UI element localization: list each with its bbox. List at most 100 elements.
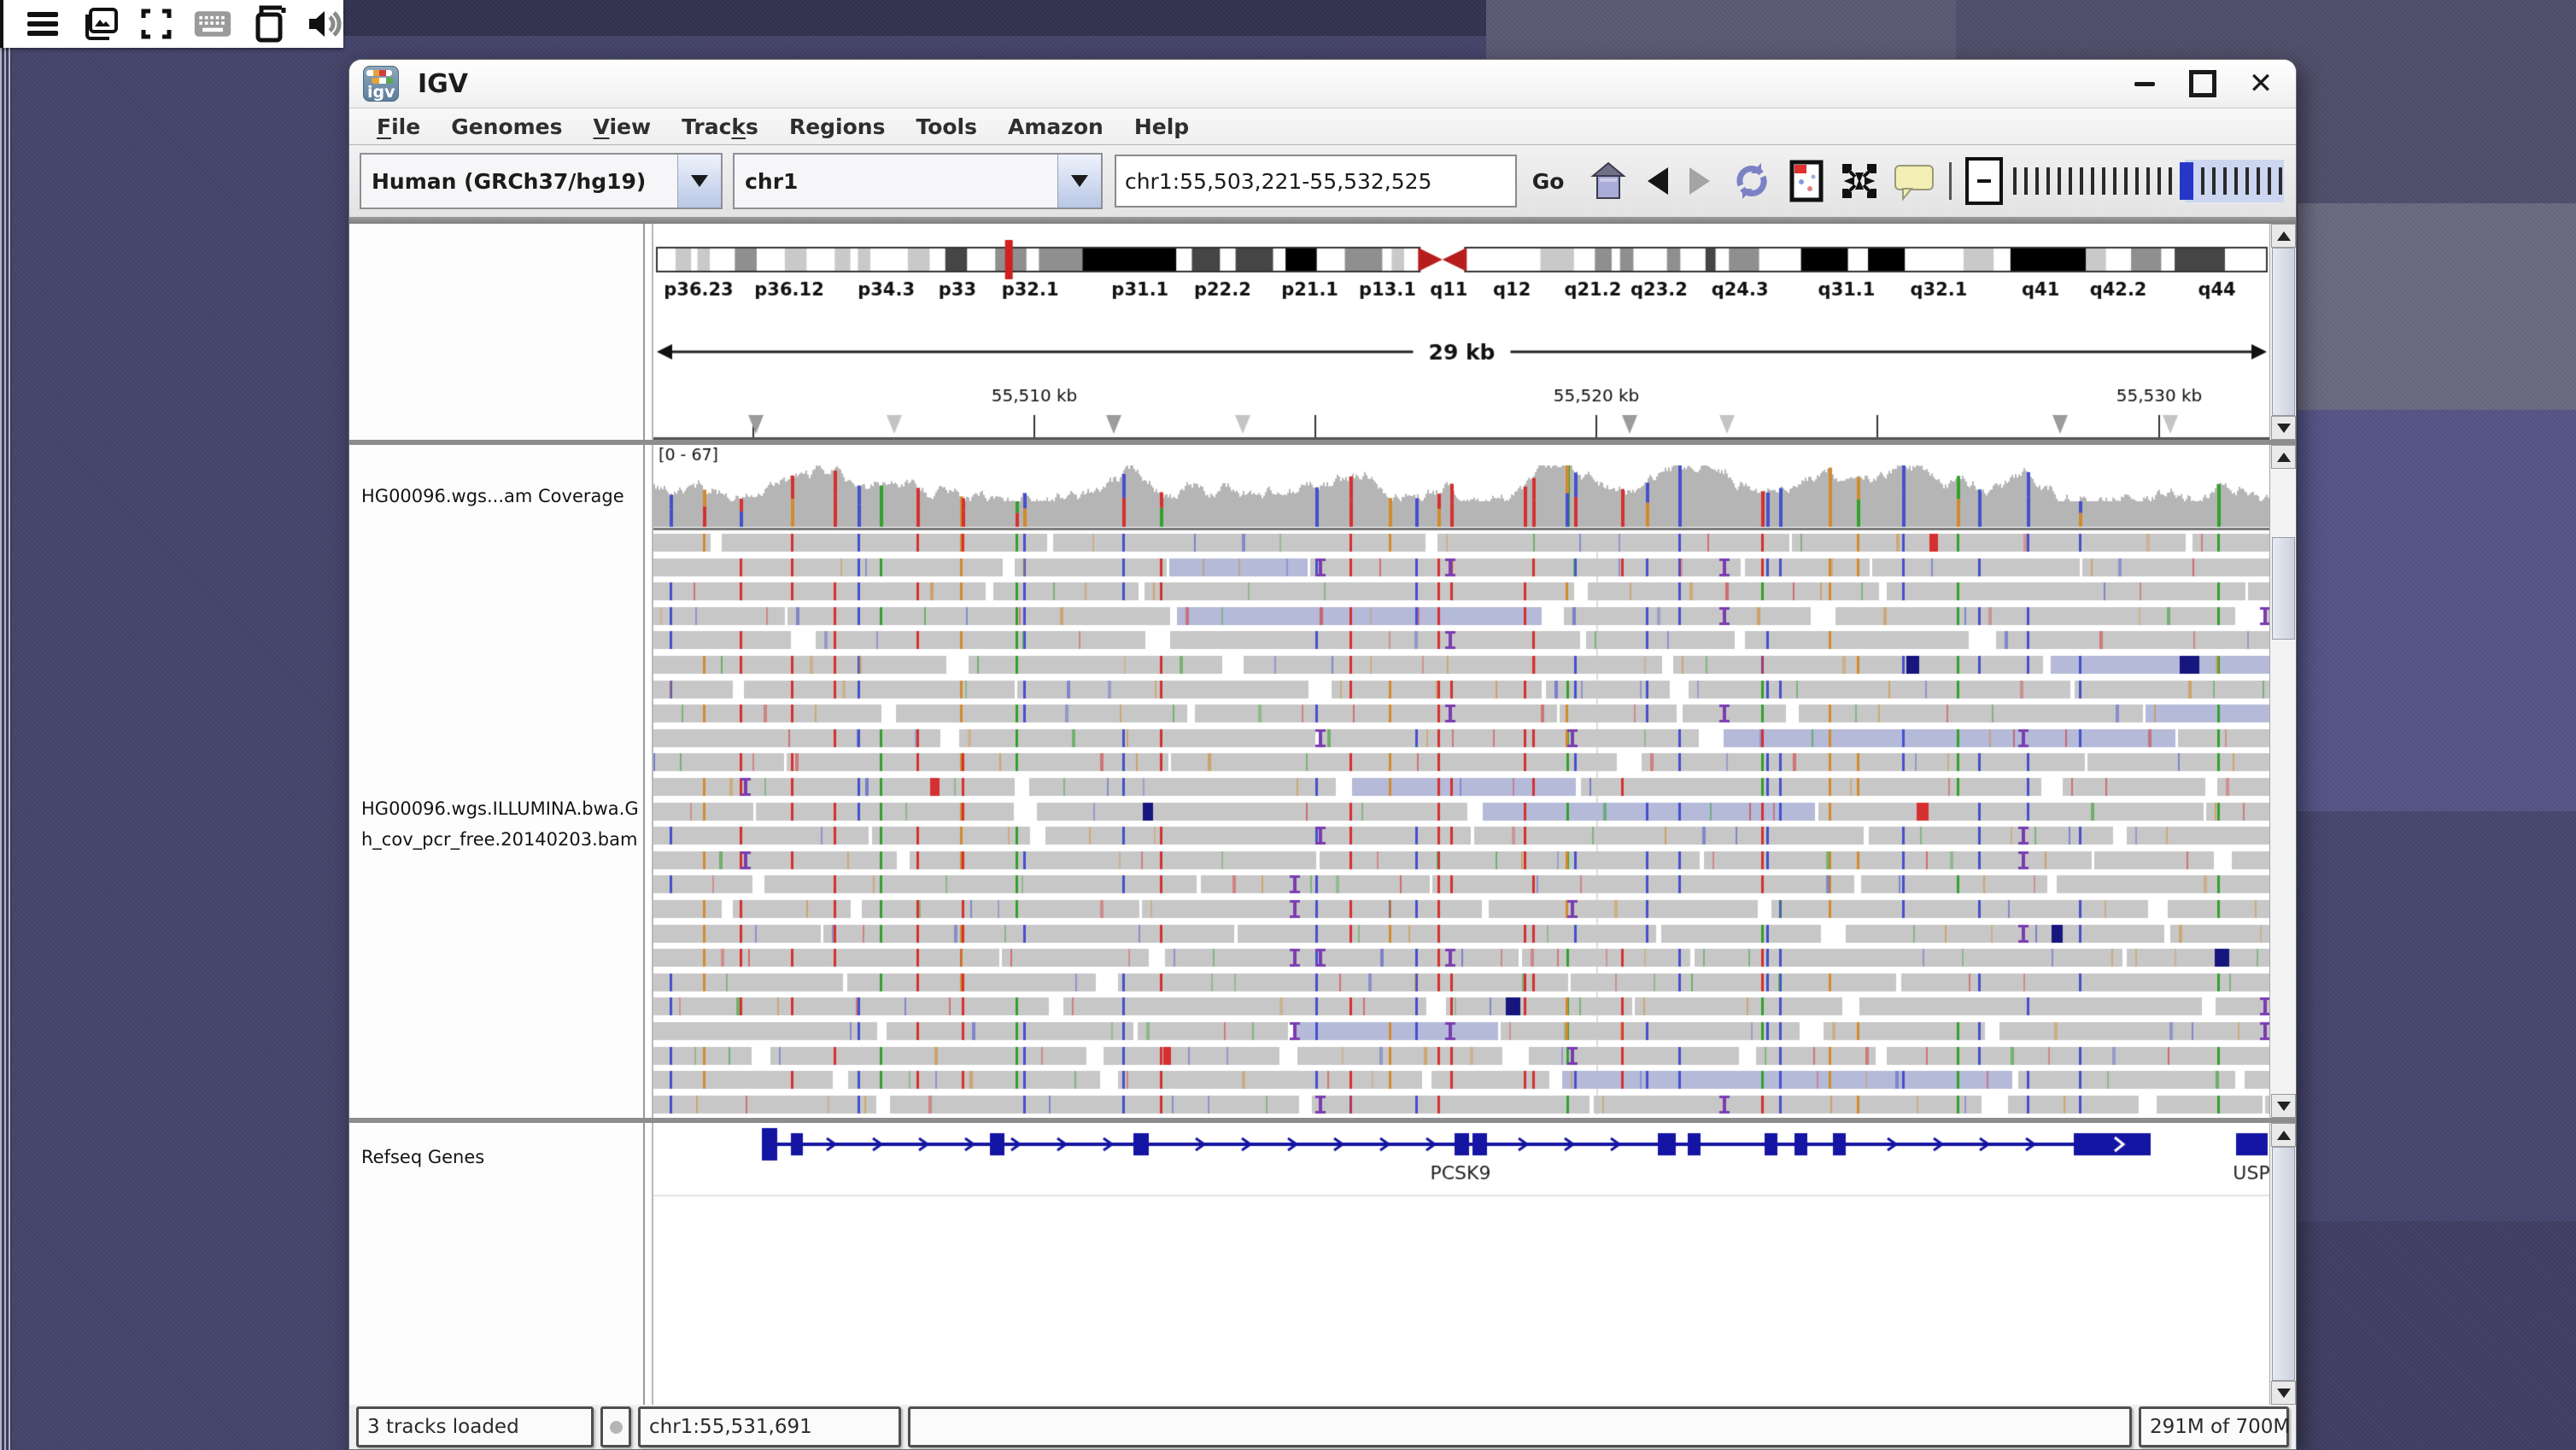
home-button[interactable] <box>1588 157 1629 205</box>
zoom-tick[interactable] <box>2013 167 2017 195</box>
gene-track-area[interactable] <box>653 1123 2269 1405</box>
scroll-down-icon[interactable] <box>2271 1381 2296 1405</box>
locus-input[interactable] <box>1115 155 1517 208</box>
menu-view[interactable]: View <box>578 114 667 139</box>
menu-amazon[interactable]: Amazon <box>992 114 1119 139</box>
zoom-tick[interactable] <box>2124 167 2128 195</box>
panel-splitter[interactable] <box>645 1123 653 1405</box>
refresh-icon[interactable] <box>1730 157 1773 205</box>
data-label-column: HG00096.wgs...am Coverage HG00096.wgs.IL… <box>349 445 645 1118</box>
header-scrollbar[interactable] <box>2269 224 2296 440</box>
activity-indicator <box>600 1406 631 1447</box>
desktop-edge-stripes <box>0 0 12 1450</box>
zoom-slider[interactable] <box>1965 157 2284 205</box>
zoom-tick[interactable] <box>2223 167 2227 195</box>
zoom-out-icon[interactable] <box>1965 157 2003 205</box>
chevron-down-icon[interactable] <box>677 155 721 208</box>
back-button[interactable] <box>1644 157 1670 205</box>
zoom-tick[interactable] <box>2091 167 2094 195</box>
panel-splitter[interactable] <box>645 445 653 1118</box>
zoom-tick[interactable] <box>2035 167 2039 195</box>
zoom-tick[interactable] <box>2102 167 2105 195</box>
alignment-track-label-line2[interactable]: h_cov_pcr_free.20140203.bam <box>361 829 637 850</box>
zoom-tick[interactable] <box>2201 167 2204 195</box>
go-button[interactable]: Go <box>1524 169 1573 194</box>
scroll-up-icon[interactable] <box>2271 1123 2296 1147</box>
chromosome-select-value: chr1 <box>735 169 1057 194</box>
alignment-track-label-line1[interactable]: HG00096.wgs.ILLUMINA.bwa.G <box>361 798 639 819</box>
maximize-button[interactable] <box>2188 69 2217 98</box>
menu-file[interactable]: File <box>361 114 436 139</box>
scrollbar-thumb[interactable] <box>2272 248 2295 416</box>
scrollbar-thumb[interactable] <box>2272 537 2295 640</box>
remote-control-toolbar <box>0 0 343 48</box>
chevron-down-icon[interactable] <box>1057 155 1101 208</box>
igv-window: igv IGV ✕ FileGenomesViewTracksRegionsTo… <box>349 60 2296 1449</box>
status-bar: 3 tracks loaded chr1:55,531,691 291M of … <box>349 1405 2296 1449</box>
zoom-tick[interactable] <box>2024 167 2028 195</box>
alignment-track-area[interactable] <box>653 445 2269 1118</box>
zoom-tick[interactable] <box>2113 167 2116 195</box>
data-scrollbar[interactable] <box>2269 445 2296 1118</box>
data-panel: HG00096.wgs...am Coverage HG00096.wgs.IL… <box>349 445 2296 1118</box>
fullscreen-icon[interactable] <box>138 4 174 44</box>
feature-panel: Refseq Genes <box>349 1123 2296 1405</box>
zoom-tick[interactable] <box>2169 167 2172 195</box>
tracks-loaded-status: 3 tracks loaded <box>356 1406 594 1447</box>
popup-text-icon[interactable] <box>1893 157 1935 205</box>
menu-genomes[interactable]: Genomes <box>436 114 577 139</box>
zoom-tick[interactable] <box>2080 167 2083 195</box>
zoom-tick[interactable] <box>2146 167 2150 195</box>
zoom-tick[interactable] <box>2069 167 2072 195</box>
zoom-tick[interactable] <box>2058 167 2061 195</box>
zoom-thumb[interactable] <box>2180 162 2193 200</box>
menu-tracks[interactable]: Tracks <box>666 114 774 139</box>
keyboard-icon[interactable] <box>193 4 232 44</box>
menu-help[interactable]: Help <box>1119 114 1204 139</box>
screenshot-icon[interactable] <box>80 4 120 44</box>
volume-icon[interactable] <box>306 4 343 44</box>
scroll-down-icon[interactable] <box>2271 1094 2296 1118</box>
igv-logo-text: igv <box>367 85 395 101</box>
scroll-down-icon[interactable] <box>2271 416 2296 440</box>
main-toolbar: Human (GRCh37/hg19) chr1 Go <box>349 145 2296 217</box>
menu-tools[interactable]: Tools <box>900 114 992 139</box>
zoom-tick[interactable] <box>2046 167 2050 195</box>
zoom-tick[interactable] <box>2257 167 2260 195</box>
chromosome-select[interactable]: chr1 <box>733 153 1103 209</box>
zoom-tick[interactable] <box>2212 167 2216 195</box>
region-of-interest-icon[interactable] <box>1789 157 1824 205</box>
copy-icon[interactable] <box>251 4 287 44</box>
fit-to-window-icon[interactable] <box>1841 157 1878 205</box>
genome-select-value: Human (GRCh37/hg19) <box>361 169 677 194</box>
feature-scrollbar[interactable] <box>2269 1123 2296 1405</box>
zoom-tick[interactable] <box>2135 167 2139 195</box>
menu-bar: FileGenomesViewTracksRegionsToolsAmazonH… <box>349 108 2296 145</box>
close-button[interactable]: ✕ <box>2246 69 2275 98</box>
zoom-track[interactable] <box>2011 157 2284 205</box>
memory-status: 291M of 700M <box>2139 1406 2289 1447</box>
refseq-track-label[interactable]: Refseq Genes <box>361 1147 484 1167</box>
title-bar[interactable]: igv IGV ✕ <box>349 60 2296 108</box>
genome-select[interactable]: Human (GRCh37/hg19) <box>360 153 723 209</box>
hamburger-menu-icon[interactable] <box>24 4 61 44</box>
menu-regions[interactable]: Regions <box>774 114 901 139</box>
window-title: IGV <box>418 69 468 99</box>
zoom-tick[interactable] <box>2157 167 2161 195</box>
toolbar-grip-handle[interactable] <box>0 0 5 48</box>
igv-logo: igv <box>363 66 399 102</box>
scrollbar-thumb[interactable] <box>2272 1147 2295 1381</box>
zoom-tick[interactable] <box>2279 167 2282 195</box>
zoom-tick[interactable] <box>2268 167 2271 195</box>
panel-splitter[interactable] <box>645 224 653 440</box>
zoom-tick[interactable] <box>2245 167 2249 195</box>
minimize-button[interactable] <box>2130 69 2159 98</box>
scroll-up-icon[interactable] <box>2271 224 2296 248</box>
zoom-tick[interactable] <box>2234 167 2238 195</box>
header-panel <box>349 224 2296 440</box>
header-track-area[interactable] <box>653 224 2269 440</box>
toolbar-separator <box>1949 162 1952 200</box>
scroll-up-icon[interactable] <box>2271 445 2296 469</box>
coverage-track-label[interactable]: HG00096.wgs...am Coverage <box>361 486 624 506</box>
message-status <box>908 1406 2132 1447</box>
